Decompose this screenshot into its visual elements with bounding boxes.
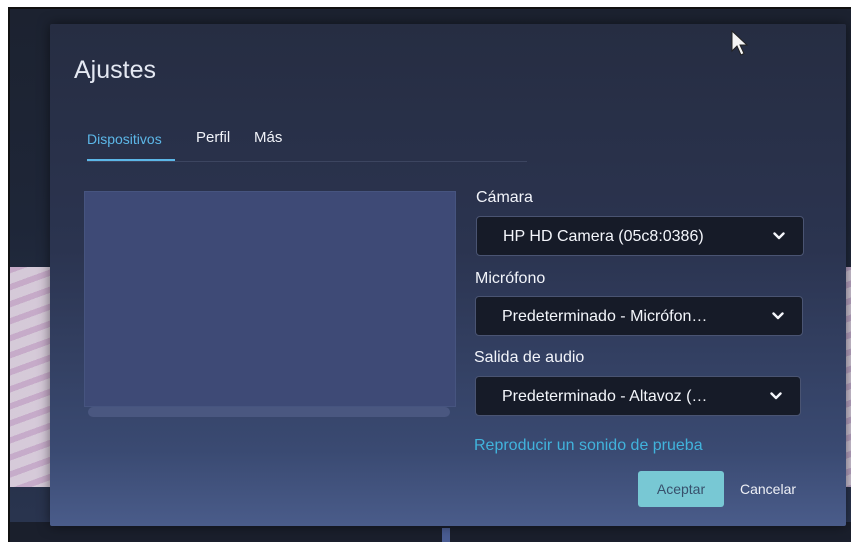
play-test-sound-link[interactable]: Reproducir un sonido de prueba [474,437,703,455]
dialog-title: Ajustes [74,56,156,84]
settings-dialog: Ajustes Dispositivos Perfil Más Cámara H… [50,24,846,526]
audio-output-select[interactable]: Predeterminado - Altavoz (… [475,376,801,416]
chevron-down-icon [773,232,785,240]
camera-select-value: HP HD Camera (05c8:0386) [503,228,704,245]
active-tab-indicator [87,159,175,161]
background-pattern [10,267,50,487]
chevron-down-icon [770,392,782,400]
microphone-select[interactable]: Predeterminado - Micrófon… [475,296,803,336]
tab-bar: Dispositivos Perfil Más [87,129,527,162]
microphone-label: Micrófono [475,270,546,287]
mouse-pointer-icon [731,29,749,56]
cancel-button[interactable]: Cancelar [740,471,796,507]
camera-label: Cámara [476,189,533,206]
tab-dispositivos[interactable]: Dispositivos [87,131,162,147]
chevron-down-icon [772,312,784,320]
accept-button[interactable]: Aceptar [638,471,724,507]
camera-preview [84,191,456,407]
tab-mas[interactable]: Más [254,129,282,146]
microphone-select-value: Predeterminado - Micrófon… [502,308,708,325]
audio-output-label: Salida de audio [474,349,585,366]
preview-scrollbar[interactable] [88,407,450,417]
screen: Ajustes Dispositivos Perfil Más Cámara H… [8,7,851,542]
audio-output-select-value: Predeterminado - Altavoz (… [502,388,708,405]
tab-perfil[interactable]: Perfil [196,129,230,146]
camera-select[interactable]: HP HD Camera (05c8:0386) [476,216,804,256]
